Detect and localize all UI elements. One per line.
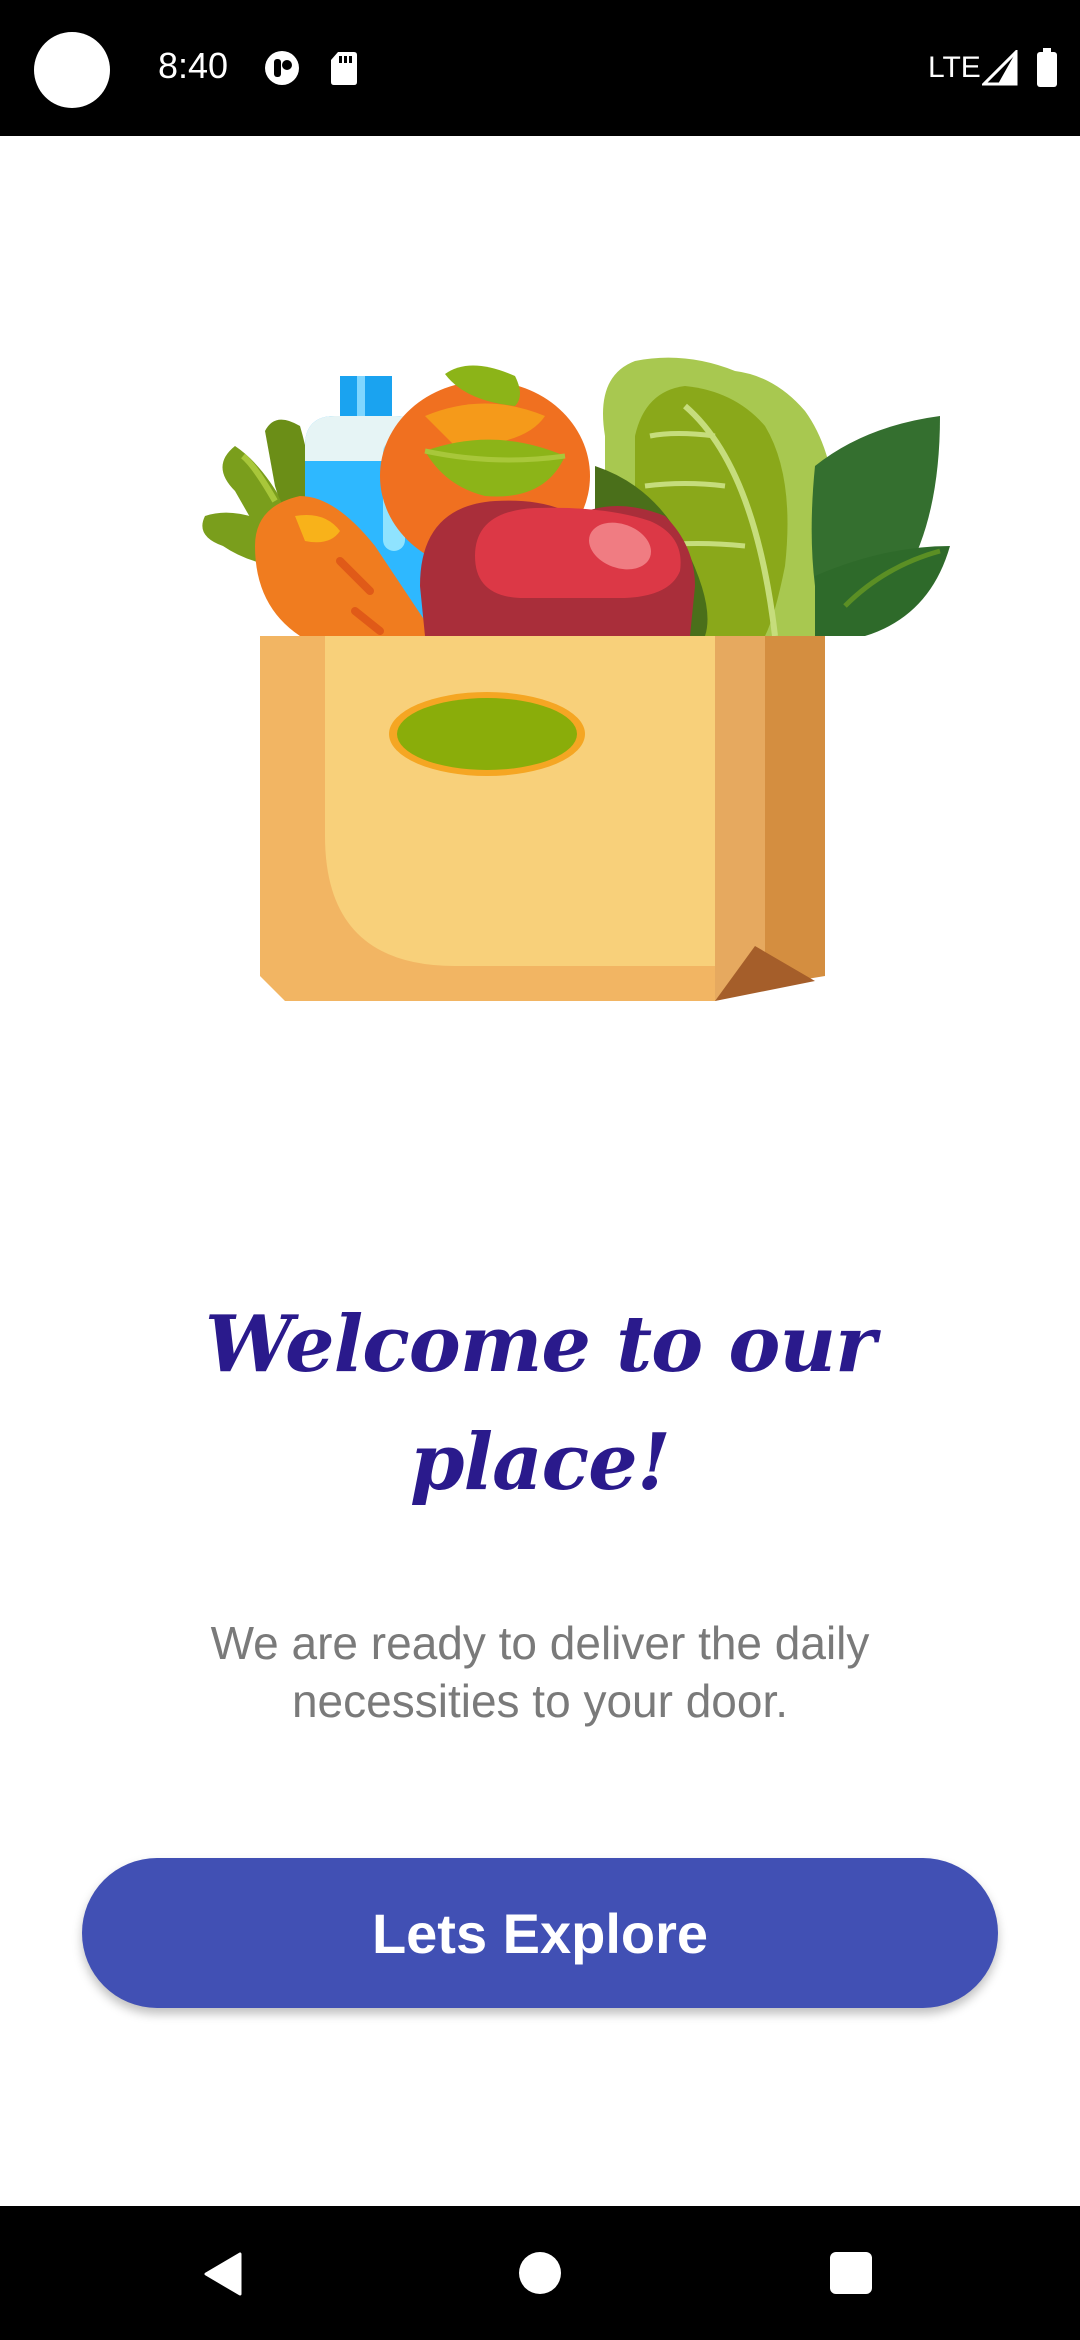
network-type-label: LTE <box>928 51 981 84</box>
recents-icon[interactable] <box>830 2252 872 2294</box>
lets-explore-button[interactable]: Lets Explore <box>82 1858 998 2008</box>
welcome-subtitle: We are ready to deliver the daily necess… <box>210 1617 870 1727</box>
status-time: 8:40 <box>158 45 229 86</box>
privacy-indicator-icon <box>265 51 299 85</box>
home-icon[interactable] <box>519 2252 561 2294</box>
signal-icon <box>982 50 1018 86</box>
phone-screen: 8:40 LTE Welcome to our place! We are re… <box>0 0 1080 2340</box>
welcome-title: Welcome to our place! <box>204 1299 876 1508</box>
camera-cutout-icon <box>34 32 110 108</box>
navigation-bar <box>0 2206 1080 2340</box>
sd-card-icon <box>331 52 357 85</box>
battery-icon <box>1037 48 1057 87</box>
welcome-screen: Welcome to our place! We are ready to de… <box>0 136 1080 2206</box>
back-icon[interactable] <box>200 2250 248 2298</box>
grocery-bag-illustration <box>202 357 950 1001</box>
status-bar: 8:40 LTE <box>0 0 1080 136</box>
